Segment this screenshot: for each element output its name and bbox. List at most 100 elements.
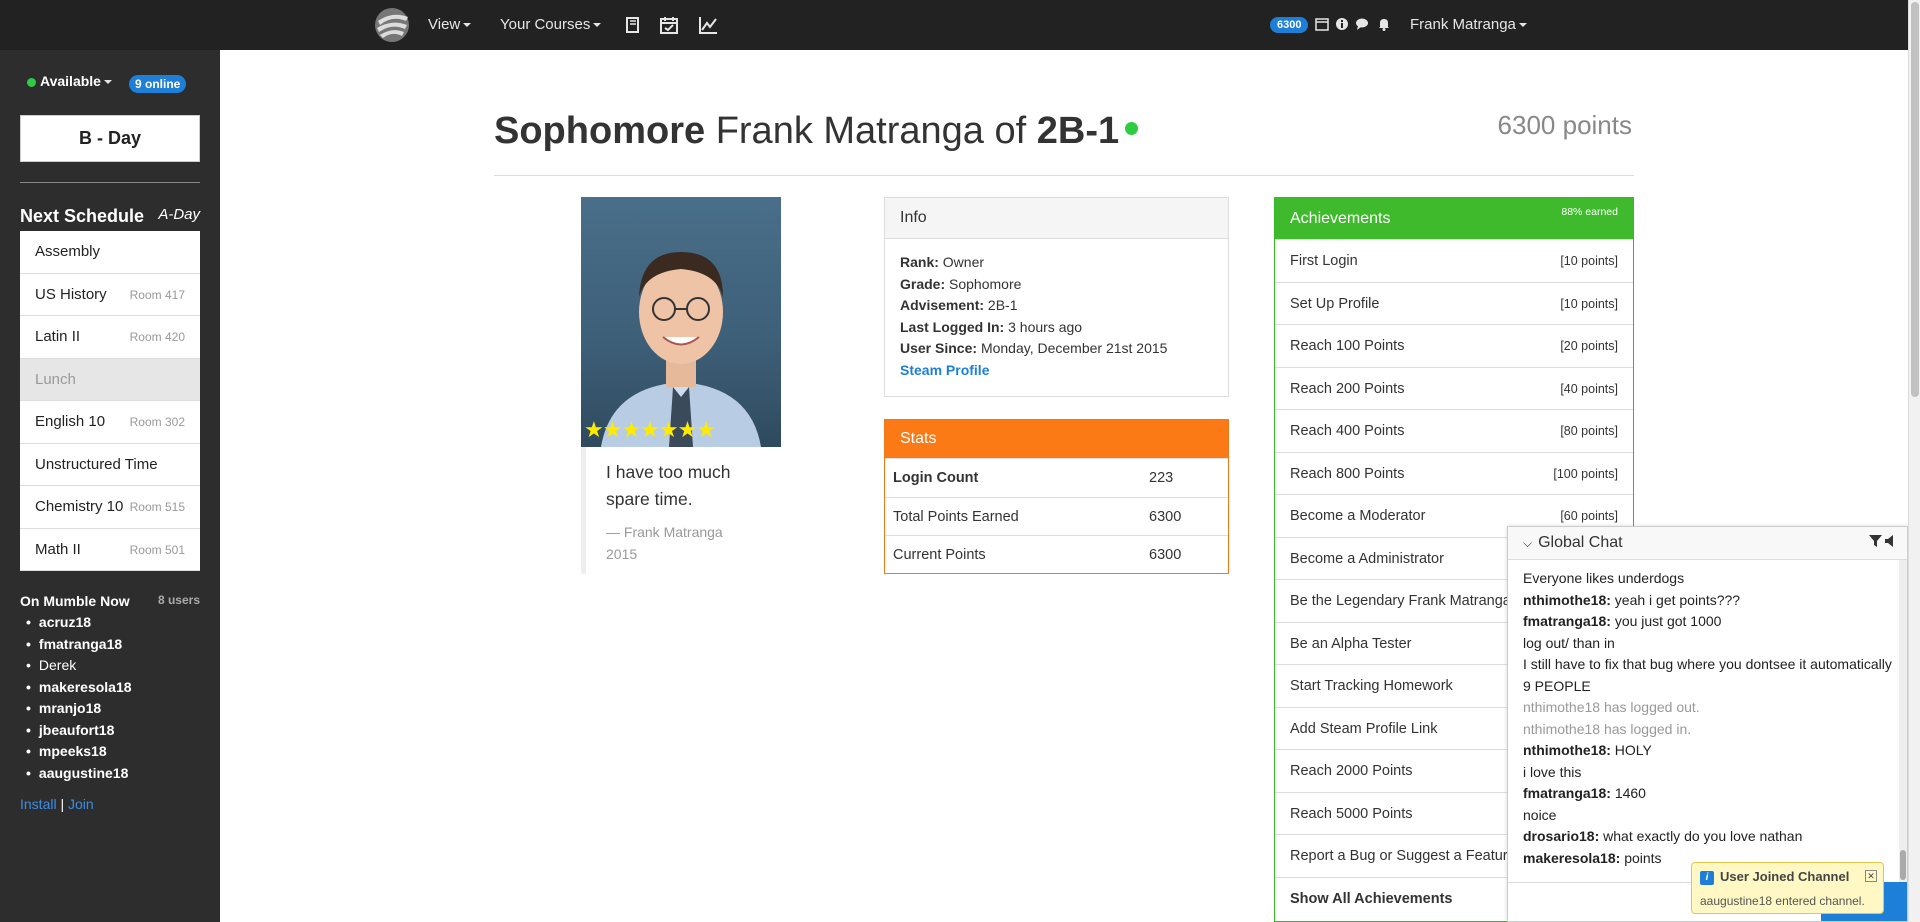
info-rank: Rank: Owner — [900, 252, 1213, 274]
info-value: Owner — [942, 254, 985, 270]
schedule-room: Room 515 — [129, 500, 185, 514]
achievement-name: Reach 5000 Points — [1290, 805, 1413, 822]
info-value: Sophomore — [949, 275, 1022, 292]
schedule-item[interactable]: US History Room 417 — [20, 273, 200, 316]
chat-scroll-thumb[interactable] — [1900, 850, 1906, 880]
join-link[interactable]: Join — [68, 796, 94, 812]
chat-scrollbar[interactable] — [1899, 560, 1907, 882]
info-user-since: User Since: Monday, December 21st 2015 — [900, 338, 1213, 360]
top-navbar: View Your Courses 6300 Frank Matranga — [0, 0, 1908, 50]
stats-row: Login Count 223 — [885, 458, 1228, 497]
schedule-item[interactable]: Math II Room 501 — [20, 528, 200, 571]
achievement-points: [100 points] — [1553, 466, 1618, 481]
speaker-icon[interactable] — [1885, 535, 1895, 547]
schedule-item[interactable]: Chemistry 10 Room 515 — [20, 486, 200, 529]
chat-message: Everyone likes underdogs — [1523, 568, 1893, 590]
filter-icon[interactable] — [1868, 535, 1882, 547]
chat-messages: Everyone likes underdogs nthimothe18: ye… — [1508, 560, 1907, 873]
chat-user[interactable]: drosario18: — [1523, 828, 1599, 844]
achievement-name: Reach 200 Points — [1290, 380, 1405, 397]
link-separator: | — [60, 796, 65, 812]
view-menu[interactable]: View — [428, 16, 472, 33]
close-icon[interactable]: ✕ — [1865, 870, 1877, 882]
chat-message-text: HOLY — [1614, 742, 1652, 758]
schedule-class: English 10 — [35, 413, 106, 430]
mumble-title: On Mumble Now — [20, 593, 130, 609]
chat-message: log out/ than in — [1523, 633, 1893, 655]
chat-message: I still have to fix that bug where you d… — [1523, 654, 1893, 676]
info-icon[interactable] — [1335, 17, 1349, 31]
chat-message-text: you just got 1000 — [1614, 613, 1722, 629]
schedule-class: Latin II — [35, 328, 81, 345]
page-scrollbar[interactable] — [1908, 0, 1920, 922]
info-label: Rank: — [900, 254, 939, 270]
chat-title: Global Chat — [1538, 534, 1623, 551]
status-dropdown[interactable]: Available — [27, 73, 112, 89]
schedule-room: Room 420 — [129, 330, 185, 344]
courses-menu[interactable]: Your Courses — [500, 16, 602, 33]
info-value: 3 hours ago — [1008, 318, 1083, 335]
achievements-title: Achievements 88% earned — [1275, 198, 1633, 239]
chevron-down-icon[interactable]: ⌵ — [1523, 536, 1532, 550]
achievement-item[interactable]: Reach 100 Points [20 points] — [1275, 324, 1633, 367]
info-label: Advisement: — [900, 297, 985, 313]
info-panel-body: Rank: Owner Grade: Sophomore Advisement:… — [885, 239, 1228, 394]
quote-year: 2015 — [606, 546, 638, 562]
achievement-name: Reach 2000 Points — [1290, 763, 1413, 779]
chat-message: fmatranga18: you just got 1000 — [1523, 611, 1893, 633]
user-menu[interactable]: Frank Matranga — [1410, 16, 1527, 33]
schedule-room: Room 417 — [129, 287, 185, 302]
chat-message: nthimothe18: HOLY — [1523, 740, 1893, 762]
chat-user[interactable]: fmatranga18: — [1523, 785, 1611, 801]
chat-user[interactable]: makeresola18: — [1523, 850, 1620, 866]
schedule-item[interactable]: Unstructured Time — [20, 443, 200, 486]
install-link[interactable]: Install — [20, 796, 57, 812]
line-chart-icon[interactable] — [697, 14, 719, 36]
schedule-item[interactable]: Assembly — [20, 231, 200, 274]
chat-header[interactable]: ⌵ Global Chat — [1508, 527, 1907, 560]
book-icon[interactable] — [622, 14, 644, 36]
chat-message-text: nthimothe18 has logged in. — [1523, 720, 1692, 737]
page-scroll-thumb[interactable] — [1911, 2, 1919, 397]
achievement-name: Set Up Profile — [1290, 295, 1380, 312]
schedule-item[interactable]: Latin II Room 420 — [20, 316, 200, 359]
online-dot-icon — [1125, 122, 1139, 136]
chat-user[interactable]: nthimothe18: — [1523, 742, 1611, 758]
chat-message-text: I still have to fix that bug where you d… — [1523, 656, 1892, 672]
chat-user[interactable]: fmatranga18: — [1523, 613, 1611, 629]
schedule-item-current[interactable]: Lunch — [20, 358, 200, 401]
schedule-room: Room 501 — [129, 542, 185, 557]
schedule-list: Assembly US History Room 417 Latin II Room… — [20, 231, 200, 571]
points-badge[interactable]: 6300 — [1270, 17, 1309, 33]
stats-value: 223 — [1149, 470, 1174, 486]
notification-toast: i User Joined Channel ✕ aaugustine18 ente… — [1691, 862, 1884, 914]
view-menu-label: View — [428, 16, 461, 33]
calendar-icon[interactable] — [1315, 17, 1329, 31]
calendar-check-icon[interactable] — [658, 14, 680, 36]
user-menu-label: Frank Matranga — [1410, 16, 1516, 33]
achievement-item[interactable]: Reach 200 Points [40 points] — [1275, 366, 1633, 410]
bell-icon[interactable] — [1377, 17, 1391, 31]
achievement-name: Be an Alpha Tester — [1290, 635, 1412, 652]
profile-photo-image — [601, 252, 761, 447]
title-name: Frank Matranga — [715, 110, 984, 152]
site-logo-icon[interactable] — [372, 5, 412, 45]
chat-user[interactable]: nthimothe18: — [1523, 592, 1611, 608]
achievement-item[interactable]: First Login [10 points] — [1275, 239, 1633, 282]
chat-icon[interactable] — [1355, 17, 1369, 31]
achievement-item[interactable]: Reach 800 Points [100 points] — [1275, 451, 1633, 495]
info-value: 2B-1 — [987, 297, 1018, 313]
points-total: 6300 points — [1497, 110, 1632, 140]
achievement-item[interactable]: Reach 400 Points [80 points] — [1275, 409, 1633, 452]
achievement-item[interactable]: Set Up Profile [10 points] — [1275, 281, 1633, 325]
chat-message-text: what exactly do you love nathan — [1603, 828, 1803, 844]
stats-value: 6300 — [1149, 508, 1182, 525]
schedule-class: Math II — [35, 540, 81, 558]
chat-message-text: 9 PEOPLE — [1523, 677, 1591, 694]
schedule-item[interactable]: English 10 Room 302 — [20, 401, 200, 444]
status-label: Available — [40, 73, 101, 89]
info-last-login: Last Logged In: 3 hours ago — [900, 317, 1213, 339]
steam-profile-link[interactable]: Steam Profile — [900, 360, 1213, 382]
achievement-name: Be the Legendary Frank Matranga — [1290, 593, 1511, 609]
achievement-name: Reach 100 Points — [1290, 338, 1405, 354]
